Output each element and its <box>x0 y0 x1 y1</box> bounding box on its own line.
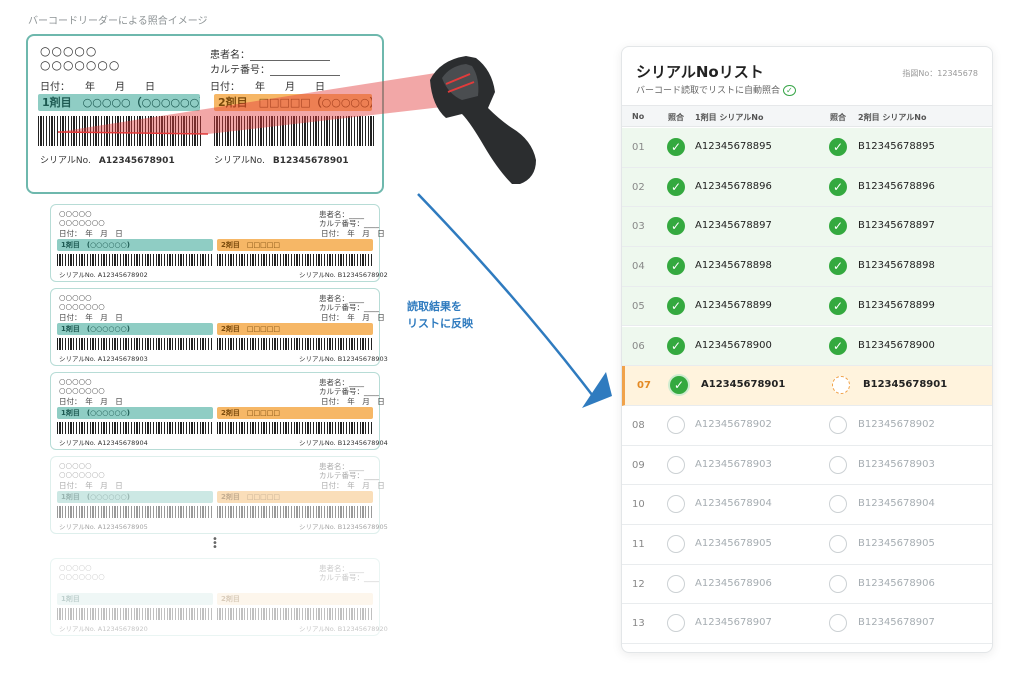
header-match-2: 照合 <box>830 113 846 122</box>
row-number: 02 <box>632 181 645 193</box>
check-circle-icon: ✓ <box>667 336 685 355</box>
row-number: 11 <box>632 539 645 550</box>
arrow-caption-line-1: 読取結果を <box>407 300 462 313</box>
serial-second-dose: B12345678899 <box>858 299 935 311</box>
table-row[interactable]: 03 ✓ A12345678897 ✓ B12345678897 <box>622 207 992 248</box>
result-arrow-line <box>417 193 597 401</box>
serial-first-dose: A12345678896 <box>695 180 772 192</box>
serial-second-dose: B12345678895 <box>858 141 935 152</box>
check-circle-icon: ✓ <box>667 296 685 315</box>
row-number: 05 <box>632 300 645 312</box>
serial-first-dose: A12345678897 <box>695 220 772 232</box>
order-number: 指図No：12345678 <box>902 69 978 78</box>
check-circle-icon: ✓ <box>829 138 847 156</box>
auto-match-check-icon: ✓ <box>783 85 796 96</box>
row-number: 04 <box>632 261 645 273</box>
table-row[interactable]: 10 A12345678904 B12345678904 <box>622 485 992 525</box>
check-circle-icon: ✓ <box>670 376 688 395</box>
table-row[interactable]: 08 A12345678902 B12345678902 <box>622 406 992 446</box>
serial-second-dose: B12345678905 <box>858 538 935 549</box>
serial-first-dose: A12345678905 <box>695 538 772 549</box>
empty-circle-icon <box>829 455 847 474</box>
header-no: No <box>632 112 645 121</box>
empty-circle-icon <box>667 455 685 474</box>
serial-second-dose: B12345678904 <box>858 498 935 510</box>
serial-first-dose: A12345678906 <box>695 577 772 589</box>
table-row[interactable]: 07 ✓ A12345678901 B12345678901 <box>622 366 992 406</box>
scan-laser-beam <box>58 70 468 134</box>
table-row[interactable]: 02 ✓ A12345678896 ✓ B12345678896 <box>622 167 992 208</box>
arrow-caption: 読取結果を リストに反映 <box>407 298 473 332</box>
check-circle-icon: ✓ <box>829 217 847 236</box>
serial-second-dose: B12345678896 <box>858 180 935 192</box>
empty-circle-icon <box>667 535 685 553</box>
header-match-1: 照合 <box>668 113 684 122</box>
serial-first-dose: A12345678903 <box>695 458 772 470</box>
serial-first-dose: A12345678900 <box>695 339 772 351</box>
serial-second-dose: B12345678900 <box>858 339 935 351</box>
row-number: 13 <box>632 618 645 630</box>
empty-circle-icon <box>829 415 847 434</box>
empty-circle-icon <box>829 614 847 633</box>
row-number: 12 <box>632 578 645 590</box>
serial-second-dose: B12345678903 <box>858 458 935 470</box>
result-arrow-head <box>582 372 612 408</box>
serial-second-dose: B12345678897 <box>858 220 935 232</box>
serial-second-dose: B12345678907 <box>858 617 935 629</box>
check-circle-icon: ✓ <box>829 296 847 315</box>
row-number: 01 <box>632 142 645 153</box>
empty-circle-icon <box>667 574 685 593</box>
table-row[interactable]: 04 ✓ A12345678898 ✓ B12345678898 <box>622 247 992 287</box>
serial-first-dose: A12345678895 <box>695 141 772 152</box>
check-circle-icon: ✓ <box>829 336 847 355</box>
serial-first-dose: A12345678902 <box>695 418 772 430</box>
panel-subtitle-text: バーコード読取でリストに自動照合 <box>636 86 781 96</box>
check-circle-icon: ✓ <box>829 177 847 196</box>
table-row[interactable]: 11 A12345678905 B12345678905 <box>622 525 992 565</box>
row-number: 03 <box>632 221 645 233</box>
check-circle-icon: ✓ <box>667 257 685 276</box>
serial-first-dose: A12345678907 <box>695 617 772 629</box>
check-circle-icon: ✓ <box>667 138 685 156</box>
check-circle-icon: ✓ <box>667 177 685 196</box>
row-number: 09 <box>632 459 645 471</box>
serial-first-dose: A12345678904 <box>695 498 772 510</box>
row-number: 10 <box>632 499 645 511</box>
empty-circle-icon <box>667 495 685 514</box>
serial-second-dose: B12345678898 <box>858 260 935 272</box>
check-circle-icon: ✓ <box>667 217 685 236</box>
table-header: No 照合 1剤目 シリアルNo 照合 2剤目 シリアルNo <box>622 105 992 127</box>
diagram-root: バーコードリーダーによる照合イメージ ○○○○○ ○○○○○○○ 患者名： カル… <box>0 0 1024 691</box>
table-row[interactable]: 05 ✓ A12345678899 ✓ B12345678899 <box>622 286 992 327</box>
panel-title: シリアルNoリスト <box>636 63 764 81</box>
table-row[interactable]: 12 A12345678906 B12345678906 <box>622 565 992 605</box>
header-serial-1: 1剤目 シリアルNo <box>695 113 764 122</box>
header-serial-2: 2剤目 シリアルNo <box>858 113 927 122</box>
table-row[interactable]: 06 ✓ A12345678900 ✓ B12345678900 <box>622 326 992 367</box>
serial-second-dose: B12345678901 <box>863 379 948 391</box>
serial-second-dose: B12345678902 <box>858 418 935 430</box>
empty-circle-icon <box>667 415 685 434</box>
empty-circle-icon <box>829 574 847 593</box>
table-row[interactable]: 13 A12345678907 B12345678907 <box>622 604 992 645</box>
arrow-caption-line-2: リストに反映 <box>407 317 473 330</box>
pending-circle-icon <box>832 376 850 395</box>
table-row[interactable]: 01 ✓ A12345678895 ✓ B12345678895 <box>622 128 992 168</box>
panel-subtitle: バーコード読取でリストに自動照合 ✓ <box>636 83 796 96</box>
serial-list-panel: シリアルNoリスト バーコード読取でリストに自動照合 ✓ 指図No：1234567… <box>621 46 993 653</box>
table-row[interactable]: 09 A12345678903 B12345678903 <box>622 446 992 486</box>
serial-first-dose: A12345678898 <box>695 260 772 272</box>
row-number: 06 <box>632 340 645 352</box>
row-number: 08 <box>632 419 645 431</box>
serial-first-dose: A12345678899 <box>695 299 772 311</box>
serial-second-dose: B12345678906 <box>858 577 935 589</box>
barcode-scanner-icon <box>430 56 536 184</box>
row-number: 07 <box>637 380 651 392</box>
empty-circle-icon <box>829 535 847 553</box>
serial-first-dose: A12345678901 <box>701 379 786 391</box>
check-circle-icon: ✓ <box>829 257 847 276</box>
empty-circle-icon <box>829 495 847 514</box>
empty-circle-icon <box>667 614 685 633</box>
